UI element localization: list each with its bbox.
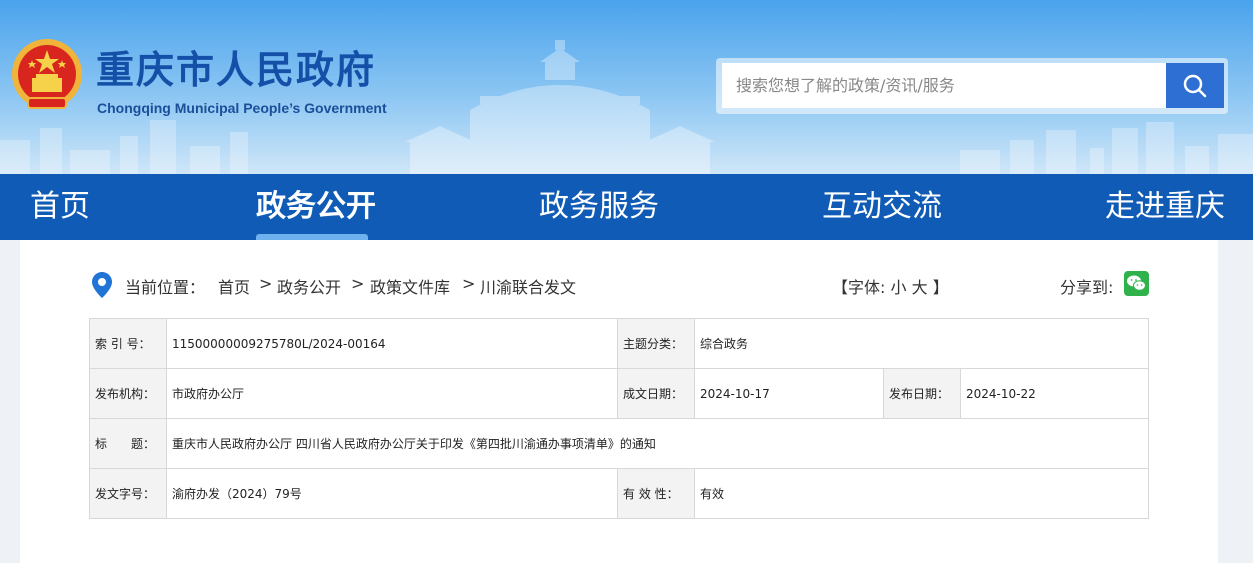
nav-item-interaction[interactable]: 互动交流 xyxy=(822,174,942,240)
wechat-icon[interactable] xyxy=(1124,271,1149,296)
site-title: 重庆市人民政府 xyxy=(96,48,377,92)
main-nav: 首页 政务公开 政务服务 互动交流 走进重庆 xyxy=(0,174,1253,240)
national-emblem-icon xyxy=(12,39,82,109)
font-size-close: 】 xyxy=(932,278,949,297)
breadcrumb-item-home[interactable]: 首页 xyxy=(218,274,250,298)
nav-item-home[interactable]: 首页 xyxy=(30,174,90,240)
index-number-label: 索 引 号： xyxy=(89,318,167,369)
nav-item-government-affairs[interactable]: 政务公开 xyxy=(256,174,376,240)
validity-label: 有 效 性： xyxy=(617,468,695,519)
breadcrumb-label: 当前位置： xyxy=(125,278,206,297)
publish-date-label: 发布日期： xyxy=(883,368,961,419)
title-value: 重庆市人民政府办公厅 四川省人民政府办公厅关于印发《第四批川渝通办事项清单》的通… xyxy=(166,418,1149,469)
topic-value: 综合政务 xyxy=(694,318,1149,369)
topic-label: 主题分类： xyxy=(617,318,695,369)
document-number-value: 渝府办发（2024）79号 xyxy=(166,468,618,519)
site-subtitle: Chongqing Municipal People’s Government xyxy=(97,100,387,116)
breadcrumb-item-joint-documents[interactable]: 川渝联合发文 xyxy=(480,274,576,298)
location-pin-icon xyxy=(92,272,112,298)
search-button[interactable] xyxy=(1166,63,1224,108)
table-row: 索 引 号： 11500000009275780L/2024-00164 主题分… xyxy=(89,318,1149,369)
font-size-small-button[interactable]: 小 xyxy=(891,278,907,297)
font-size-open: 【字体: xyxy=(832,278,886,297)
nav-item-about-chongqing[interactable]: 走进重庆 xyxy=(1105,174,1225,240)
document-number-label: 发文字号： xyxy=(89,468,167,519)
written-date-label: 成文日期： xyxy=(617,368,695,419)
search-input[interactable] xyxy=(722,63,1168,108)
breadcrumb-separator: > xyxy=(351,274,365,293)
document-info-table: 索 引 号： 11500000009275780L/2024-00164 主题分… xyxy=(89,318,1149,519)
written-date-value: 2024-10-17 xyxy=(694,368,884,419)
font-size-switcher: 【字体: 小 大 】 xyxy=(832,274,949,298)
breadcrumb-item-policy-library[interactable]: 政策文件库 xyxy=(370,274,450,298)
breadcrumb-separator: > xyxy=(462,274,476,293)
table-row: 发布机构： 市政府办公厅 成文日期： 2024-10-17 发布日期： 2024… xyxy=(89,368,1149,419)
issuer-label: 发布机构： xyxy=(89,368,167,419)
issuer-value: 市政府办公厅 xyxy=(166,368,618,419)
table-row: 发文字号： 渝府办发（2024）79号 有 效 性： 有效 xyxy=(89,468,1149,519)
search-icon xyxy=(1183,74,1207,97)
index-number-value: 11500000009275780L/2024-00164 xyxy=(166,318,618,369)
table-row: 标 题： 重庆市人民政府办公厅 四川省人民政府办公厅关于印发《第四批川渝通办事项… xyxy=(89,418,1149,469)
validity-value: 有效 xyxy=(694,468,1149,519)
breadcrumb-separator: > xyxy=(259,274,273,293)
title-label: 标 题： xyxy=(89,418,167,469)
breadcrumb-item-government-affairs[interactable]: 政务公开 xyxy=(277,274,341,298)
share-label: 分享到: xyxy=(1060,278,1114,297)
font-size-large-button[interactable]: 大 xyxy=(912,278,928,297)
publish-date-value: 2024-10-22 xyxy=(960,368,1149,419)
nav-item-government-services[interactable]: 政务服务 xyxy=(539,174,659,240)
